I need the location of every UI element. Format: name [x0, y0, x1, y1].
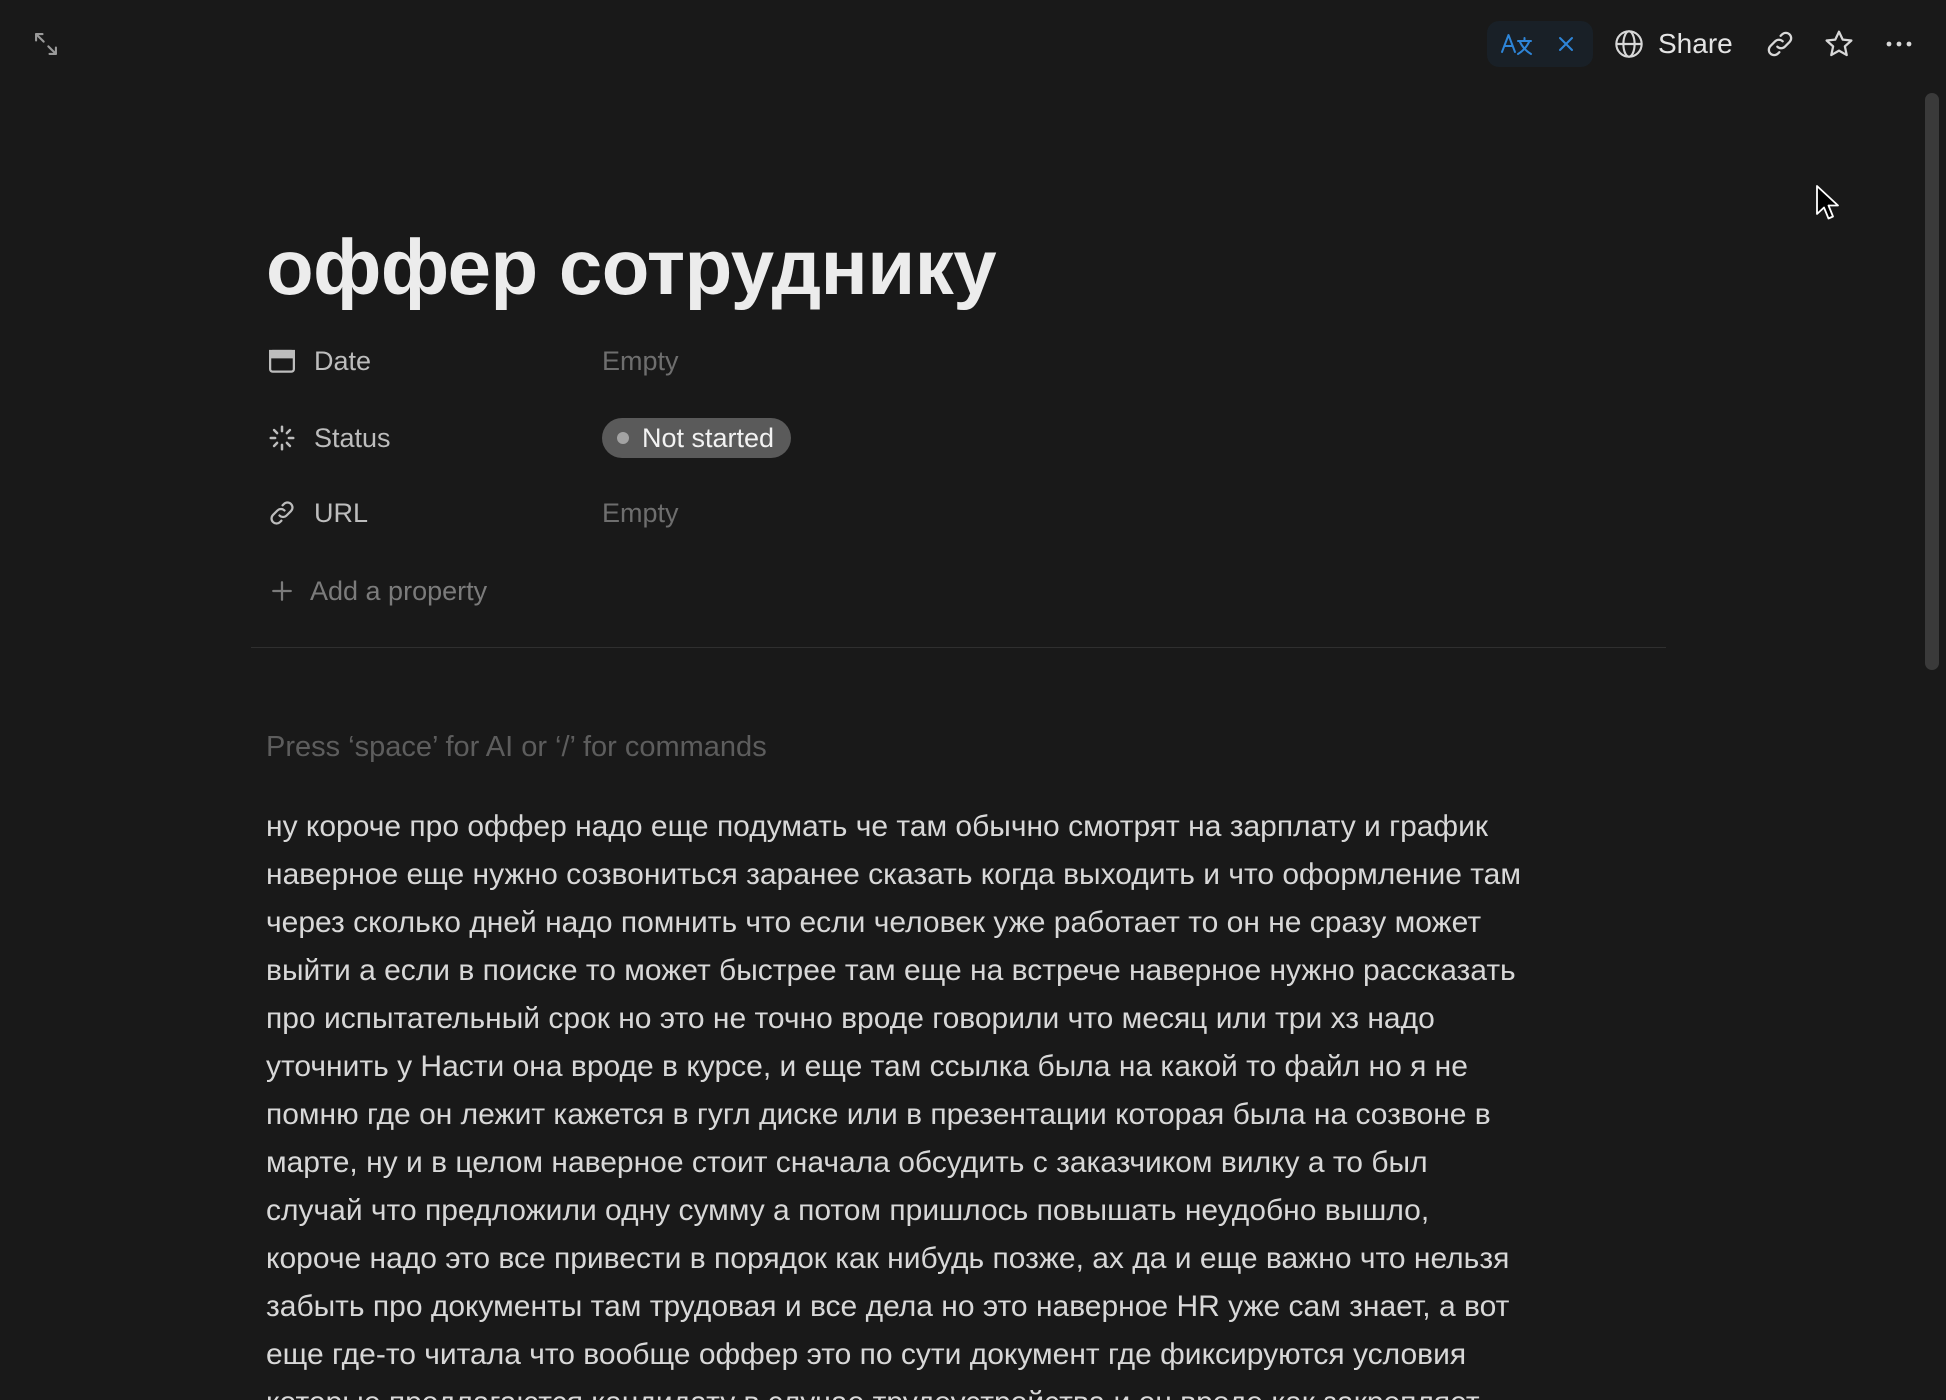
more-icon: [1886, 41, 1912, 47]
top-bar: Share: [0, 0, 1946, 88]
calendar-icon: [269, 349, 295, 373]
add-property-button[interactable]: Add a property: [267, 563, 487, 619]
link-icon: [1767, 31, 1793, 57]
property-icon-status: [267, 422, 299, 454]
text-line[interactable]: которые предлагаются кандидату в случае …: [266, 1379, 1826, 1400]
text-line[interactable]: помню где он лежит кажется в гугл диске …: [266, 1091, 1826, 1139]
property-row-date: Date Empty: [267, 333, 679, 389]
page-body: ну короче про оффер надо еще подумать че…: [266, 803, 1826, 1400]
favorite-button[interactable]: [1817, 22, 1861, 66]
header-divider: [251, 647, 1666, 648]
text-line[interactable]: ну короче про оффер надо еще подумать че…: [266, 803, 1826, 851]
close-translate-button[interactable]: [1554, 32, 1578, 56]
property-icon-date: [267, 345, 299, 377]
globe-icon: [1615, 30, 1643, 58]
expand-button[interactable]: [24, 22, 68, 66]
expand-icon: [35, 33, 57, 55]
translate-icon: [1501, 34, 1532, 55]
plus-icon: [272, 581, 292, 601]
text-line[interactable]: марте, ну и в целом наверное стоит снача…: [266, 1139, 1826, 1187]
property-name-status[interactable]: Status: [267, 410, 602, 466]
property-value-date[interactable]: Empty: [602, 341, 679, 381]
scrollbar-thumb[interactable]: [1925, 93, 1939, 670]
text-line[interactable]: еще где-то читала что вообще оффер это п…: [266, 1331, 1826, 1379]
page-title[interactable]: оффер сотруднику: [266, 219, 997, 315]
text-line[interactable]: забыть про документы там трудовая и все …: [266, 1283, 1826, 1331]
star-icon: [1825, 30, 1853, 57]
status-dot: [617, 432, 629, 444]
property-name-date[interactable]: Date: [267, 333, 602, 389]
link-icon: [270, 501, 294, 525]
property-row-status: Status Not started: [267, 410, 792, 466]
property-label: Status: [314, 423, 391, 453]
status-icon: [269, 425, 295, 451]
add-property-label: Add a property: [310, 576, 488, 606]
status-badge[interactable]: Not started: [602, 418, 792, 458]
add-property-icon-wrap: [267, 575, 299, 607]
property-icon-url: [267, 497, 299, 529]
property-value-url[interactable]: Empty: [602, 493, 679, 533]
translate-button[interactable]: [1499, 30, 1535, 58]
copy-link-button[interactable]: [1758, 22, 1802, 66]
close-icon: [1559, 37, 1573, 51]
property-row-url: URL Empty: [267, 485, 679, 541]
text-line[interactable]: короче надо это все привести в порядок к…: [266, 1235, 1826, 1283]
share-button[interactable]: Share: [1608, 20, 1740, 68]
empty-block-placeholder[interactable]: Press ‘space’ for AI or ‘/’ for commands: [266, 727, 767, 767]
text-line[interactable]: наверное еще нужно созвониться заранее с…: [266, 851, 1826, 899]
text-line[interactable]: через сколько дней надо помнить что если…: [266, 899, 1826, 947]
mouse-cursor-icon: [1816, 185, 1839, 220]
text-line[interactable]: уточнить у Насти она вроде в курсе, и ещ…: [266, 1043, 1826, 1091]
status-value: Not started: [642, 423, 775, 453]
share-label: Share: [1658, 28, 1733, 59]
text-line[interactable]: про испытательный срок но это не точно в…: [266, 995, 1826, 1043]
text-line[interactable]: случай что предложили одну сумму а потом…: [266, 1187, 1826, 1235]
property-label: Date: [314, 346, 372, 376]
property-name-url[interactable]: URL: [267, 485, 602, 541]
more-options-button[interactable]: [1877, 22, 1921, 66]
text-line[interactable]: выйти а если в поиске то может быстрее т…: [266, 947, 1826, 995]
property-label: URL: [314, 498, 369, 528]
translate-control: [1487, 21, 1593, 67]
